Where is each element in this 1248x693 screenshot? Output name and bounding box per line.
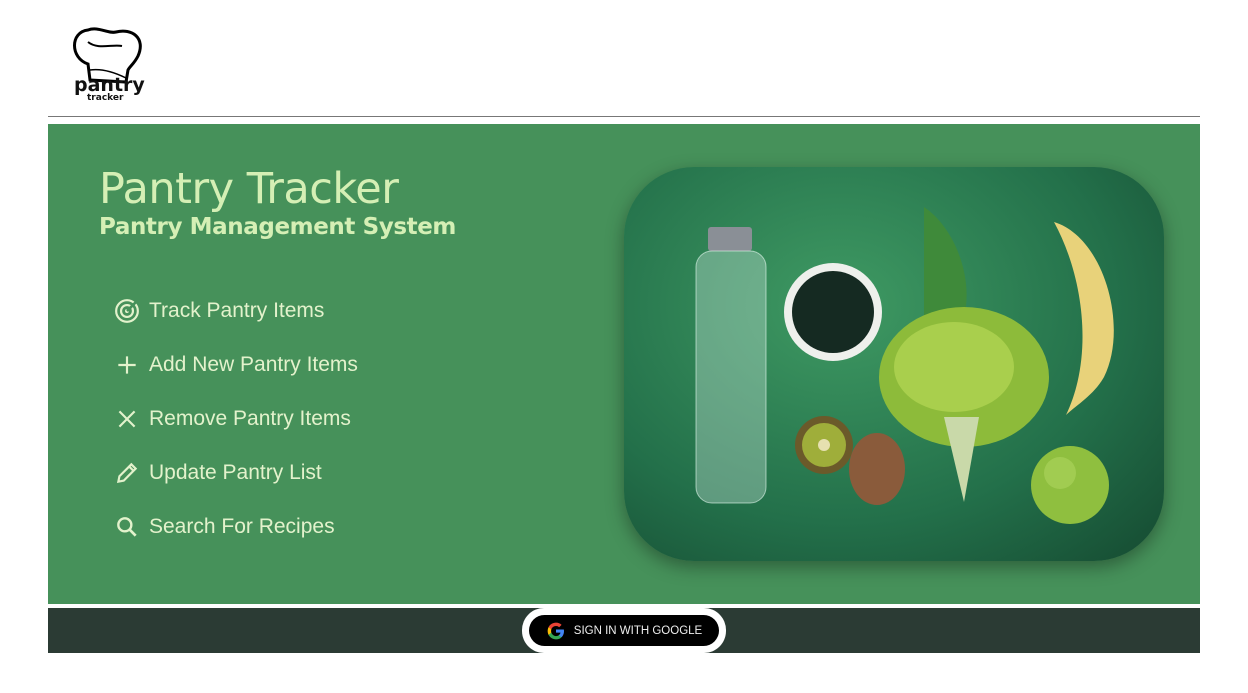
feature-label: Remove Pantry Items xyxy=(149,407,351,430)
feature-item: Remove Pantry Items xyxy=(114,392,358,446)
plus-icon xyxy=(118,356,136,374)
feature-label: Track Pantry Items xyxy=(149,299,325,322)
feature-item: Update Pantry List xyxy=(114,446,358,500)
google-signin-button[interactable]: SIGN IN WITH GOOGLE xyxy=(529,615,719,646)
feature-item: Search For Recipes xyxy=(114,500,358,554)
search-icon xyxy=(117,517,137,537)
water-bottle xyxy=(695,227,767,504)
hero-section: Pantry Tracker Pantry Management System … xyxy=(48,124,1200,604)
page-title: Pantry Tracker xyxy=(99,164,399,214)
page-subtitle: Pantry Management System xyxy=(99,214,456,240)
feature-label: Add New Pantry Items xyxy=(149,353,358,376)
lettuce xyxy=(879,207,1049,502)
feature-item: Add New Pantry Items xyxy=(114,338,358,392)
feature-label: Update Pantry List xyxy=(149,461,322,484)
hero-image xyxy=(624,167,1164,561)
apple xyxy=(1031,446,1109,524)
banana xyxy=(1054,222,1114,415)
feature-item: Track Pantry Items xyxy=(114,284,358,338)
pencil-icon xyxy=(116,462,138,484)
signin-button-frame: SIGN IN WITH GOOGLE xyxy=(522,608,726,653)
bowl xyxy=(784,263,882,361)
header: pantry tracker xyxy=(48,0,1200,117)
logo-subtext: tracker xyxy=(87,93,124,103)
footer: SIGN IN WITH GOOGLE xyxy=(48,608,1200,653)
google-icon xyxy=(547,622,564,639)
kiwi xyxy=(795,416,905,505)
feature-label: Search For Recipes xyxy=(149,515,335,538)
close-icon xyxy=(118,410,136,428)
track-icon xyxy=(115,299,139,323)
signin-label: SIGN IN WITH GOOGLE xyxy=(573,624,703,637)
feature-list: Track Pantry Items Add New Pantry Items … xyxy=(114,284,358,554)
